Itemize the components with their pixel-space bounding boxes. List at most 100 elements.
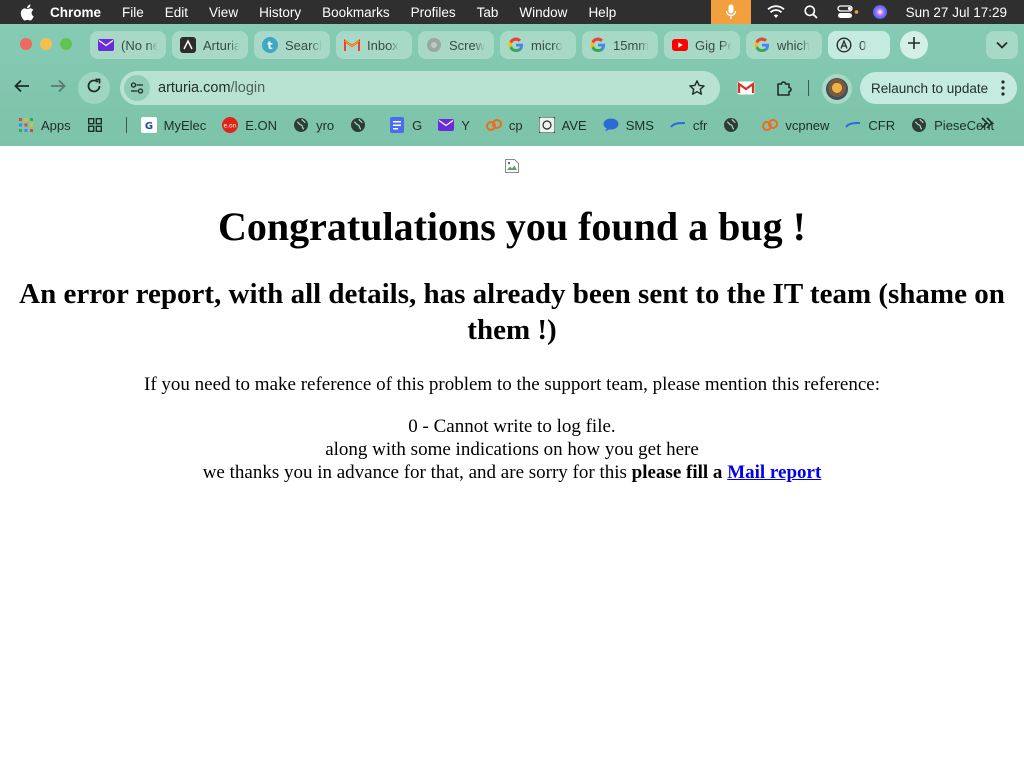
bookmark-star-icon[interactable] — [688, 79, 706, 97]
bookmark-label: Y — [461, 117, 470, 133]
bookmark-eon[interactable]: e.on E.ON — [222, 117, 277, 133]
arrow-left-icon — [14, 79, 30, 98]
menu-edit[interactable]: Edit — [165, 5, 188, 20]
tab-title: (No ne — [121, 37, 158, 53]
profile-avatar[interactable] — [822, 74, 852, 104]
cp-icon — [485, 117, 502, 133]
myelec-icon: G — [140, 117, 157, 133]
bookmark-globe[interactable] — [350, 117, 373, 133]
arrow-right-icon — [50, 79, 66, 98]
menu-view[interactable]: View — [209, 5, 238, 20]
tab-gig[interactable]: Gig Pe — [664, 31, 740, 59]
mail-icon — [98, 37, 114, 53]
tab-search[interactable]: t Search — [254, 31, 330, 59]
relaunch-to-update-button[interactable]: Relaunch to update — [860, 72, 1017, 104]
youtube-icon — [672, 37, 688, 53]
tab-screw[interactable]: Screw — [418, 31, 494, 59]
menu-profiles[interactable]: Profiles — [411, 5, 456, 20]
bookmark-cfr[interactable]: cfr — [670, 117, 707, 133]
tab-active-arturia[interactable]: 0 — [828, 31, 890, 59]
reference-code: 0 - Cannot write to log file. — [408, 416, 616, 437]
close-window-button[interactable] — [20, 38, 32, 50]
menu-file[interactable]: File — [122, 5, 144, 20]
page-subheading: An error report, with all details, has a… — [19, 278, 1005, 346]
menu-history[interactable]: History — [259, 5, 301, 20]
chevron-down-icon — [996, 36, 1008, 54]
globe-icon — [350, 117, 366, 133]
control-center-icon[interactable] — [837, 3, 859, 21]
mail-icon — [438, 117, 455, 133]
new-tab-button[interactable] — [900, 31, 928, 59]
spotlight-search-icon[interactable] — [802, 3, 820, 21]
back-button[interactable] — [6, 72, 38, 104]
bookmark-vcpnew[interactable]: vcpnew — [762, 117, 829, 133]
broken-image-icon — [504, 158, 520, 174]
wifi-icon[interactable] — [767, 3, 785, 21]
bookmarks-separator — [125, 117, 127, 133]
microphone-icon[interactable] — [710, 0, 751, 24]
browser-toolbar: arturia.com/login Relaunch to update — [0, 68, 1024, 108]
site-info-icon[interactable] — [124, 75, 150, 101]
globe-icon — [911, 117, 927, 133]
bookmark-cfr-2[interactable]: CFR — [845, 117, 895, 133]
bookmark-label: cfr — [692, 117, 708, 133]
menu-bookmarks[interactable]: Bookmarks — [322, 5, 390, 20]
double-chevron-right-icon[interactable] — [980, 117, 994, 132]
arturia-icon — [180, 37, 196, 53]
menu-help[interactable]: Help — [588, 5, 616, 20]
bookmark-label: yro — [316, 117, 335, 133]
gmail-icon — [344, 37, 360, 53]
bookmark-myelec[interactable]: G MyElec — [140, 117, 207, 133]
bookmark-sms[interactable]: SMS — [603, 117, 654, 133]
cp-icon — [762, 117, 779, 133]
arturia-logo-icon — [836, 37, 852, 53]
menu-tab[interactable]: Tab — [477, 5, 499, 20]
bookmark-g[interactable]: G — [389, 117, 422, 133]
bookmark-globe-2[interactable] — [723, 117, 746, 133]
reload-icon — [86, 78, 102, 99]
bookmark-label: MyElec — [163, 117, 207, 133]
menubar-status-area: Sun 27 Jul 17:29 — [710, 0, 1024, 24]
bookmark-y[interactable]: Y — [438, 117, 470, 133]
page-heading: Congratulations you found a bug ! — [218, 204, 806, 249]
tab-search-button[interactable] — [986, 31, 1018, 59]
forward-button[interactable] — [42, 72, 74, 104]
menubar-clock[interactable]: Sun 27 Jul 17:29 — [906, 5, 1007, 20]
tab-mail[interactable]: (No ne — [90, 31, 166, 59]
more-vertical-icon[interactable] — [1001, 80, 1005, 99]
mail-report-link[interactable]: Mail report — [727, 462, 821, 483]
tab-inbox[interactable]: Inbox — [336, 31, 412, 59]
menu-app-name[interactable]: Chrome — [50, 5, 101, 20]
apple-icon[interactable] — [18, 3, 36, 21]
reference-intro-text: If you need to make reference of this pr… — [144, 374, 880, 395]
url-domain: arturia.com — [158, 80, 231, 96]
url-text: arturia.com/login — [158, 80, 265, 96]
bookmark-tab-groups[interactable] — [87, 117, 110, 133]
tab-arturia[interactable]: Arturia — [172, 31, 248, 59]
fill-label: please fill a — [631, 462, 728, 483]
url-path: /login — [230, 80, 266, 96]
tab-which[interactable]: which — [746, 31, 822, 59]
bookmark-cp[interactable]: cp — [485, 117, 523, 133]
siri-icon[interactable] — [871, 3, 889, 21]
google-icon — [754, 37, 770, 53]
minimize-window-button[interactable] — [40, 38, 52, 50]
extensions-puzzle-icon[interactable] — [774, 78, 794, 98]
address-bar[interactable]: arturia.com/login — [120, 71, 720, 105]
globe-icon — [293, 117, 309, 133]
apps-grid-icon — [18, 117, 34, 133]
globe-icon — [426, 37, 442, 53]
tab-15mm[interactable]: 15mm — [582, 31, 658, 59]
tab-title: 0 — [859, 37, 867, 53]
bookmark-apps[interactable]: Apps — [18, 117, 71, 133]
reference-block: 0 - Cannot write to log file. along with… — [0, 415, 1024, 484]
ave-icon — [538, 117, 555, 133]
bookmark-ave[interactable]: AVE — [538, 117, 587, 133]
grid-icon — [87, 117, 103, 133]
zoom-window-button[interactable] — [60, 38, 72, 50]
reload-button[interactable] — [78, 72, 110, 104]
tab-micro[interactable]: micro — [500, 31, 576, 59]
gmail-extension-icon[interactable] — [736, 78, 756, 98]
menu-window[interactable]: Window — [519, 5, 567, 20]
bookmark-yro[interactable]: yro — [293, 117, 334, 133]
